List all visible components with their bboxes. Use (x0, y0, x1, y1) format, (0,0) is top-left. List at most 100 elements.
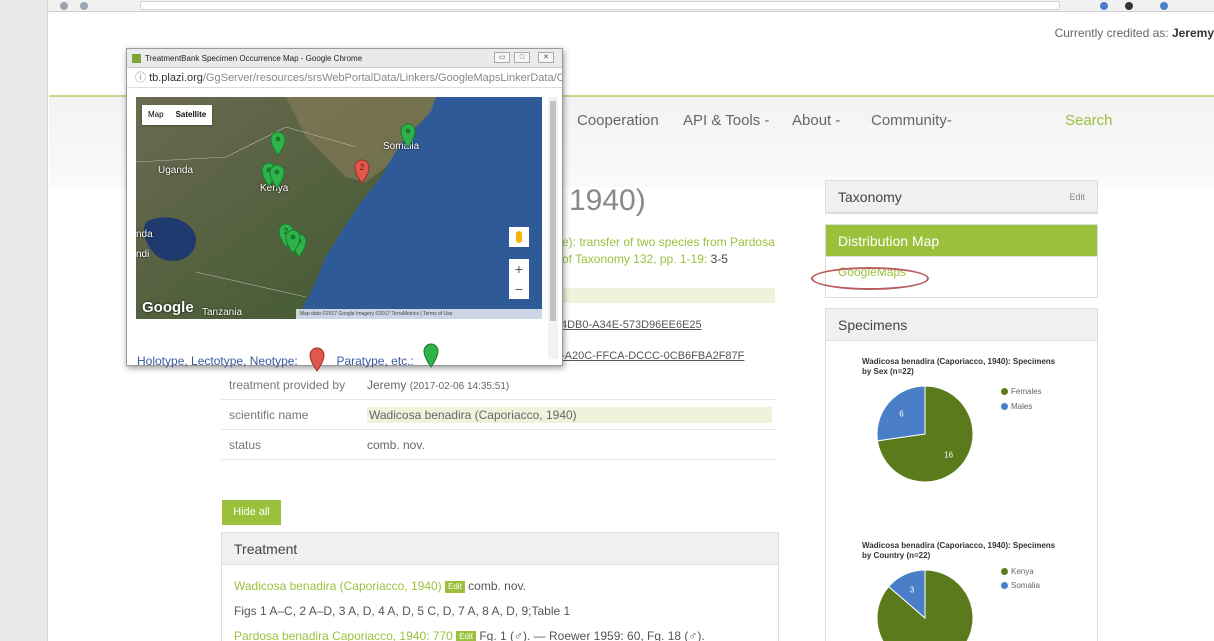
taxonomy-panel: Taxonomy Edit (825, 180, 1098, 214)
zoom-out-icon[interactable]: − (509, 279, 529, 299)
minimize-icon[interactable]: ▭ (494, 52, 510, 63)
highlight-bar (561, 288, 775, 303)
address-bar[interactable] (140, 1, 1060, 10)
field-key: status (229, 438, 262, 452)
marker-paratype[interactable] (269, 164, 285, 189)
nav-api-tools[interactable]: API & Tools - (683, 112, 769, 129)
field-key: scientific name (229, 408, 309, 422)
field-scientific-name: scientific name Wadicosa benadira (Capor… (221, 400, 776, 430)
google-logo: Google (142, 299, 194, 316)
taxonomy-edit[interactable]: Edit (1069, 181, 1085, 213)
citation-source[interactable]: of Taxonomy 132, pp. 1-19: (562, 252, 707, 266)
uuid-link-2[interactable]: -A20C-FFCA-DCCC-0CB6FBA2F87F (561, 350, 744, 362)
legend-label: Somalia (1011, 581, 1040, 590)
specimens-heading[interactable]: Specimens (826, 309, 1097, 341)
taxon-link[interactable]: Wadicosa benadira (Caporiacco, 1940) (234, 579, 442, 593)
close-icon[interactable]: ✕ (538, 52, 554, 63)
legend-swatch (1001, 582, 1008, 589)
uuid-link-1[interactable]: 4DB0-A34E-573D96EE6E25 (561, 319, 702, 331)
info-icon[interactable]: ⓘ (135, 72, 146, 84)
treatment-panel: Treatment Wadicosa benadira (Caporiacco,… (221, 532, 779, 641)
reload-icon[interactable] (80, 2, 88, 10)
marker-paratype[interactable] (400, 123, 416, 148)
green-marker-icon (423, 343, 439, 368)
scrollbar-thumb[interactable] (550, 101, 556, 321)
nav-cooperation[interactable]: Cooperation (577, 112, 659, 129)
zoom-in-icon[interactable]: + (509, 259, 529, 279)
treatment-line-1: Wadicosa benadira (Caporiacco, 1940) Edi… (234, 579, 526, 593)
edit-button[interactable]: Edit (445, 580, 465, 593)
citation: e): transfer of two species from Pardosa… (562, 234, 802, 268)
citation-pages: 3-5 (710, 252, 728, 266)
taxonomy-heading[interactable]: Taxonomy Edit (826, 181, 1097, 213)
field-status: status comb. nov. (221, 430, 776, 460)
map-attribution: Map data ©2017 Google Imagery ©2017 Terr… (296, 309, 542, 319)
synonym-link[interactable]: Pardosa benadira Caporiacco, 1940: 770 (234, 629, 453, 641)
field-value: Jeremy (2017-02-06 14:35:51) (367, 370, 509, 402)
field-provided-by: treatment provided by Jeremy (2017-02-06… (221, 370, 776, 400)
marker-legend: Holotype, Lectotype, Neotype: Paratype, … (137, 343, 439, 373)
extension-icon[interactable] (1100, 2, 1108, 10)
nav-search[interactable]: Search (1065, 112, 1113, 129)
legend-females: Females (1001, 387, 1042, 396)
credited-as: Currently credited as: Jeremy (1055, 26, 1214, 40)
red-marker-icon (309, 347, 325, 372)
field-value: comb. nov. (367, 438, 425, 452)
pie-chart-country: 193 (876, 569, 974, 641)
screen: Currently credited as: Jeremy Cooperatio… (0, 0, 1214, 641)
legend-label: Females (1011, 387, 1042, 396)
legend-somalia: Somalia (1001, 581, 1040, 590)
legend-swatch (1001, 403, 1008, 410)
treatment-heading: Treatment (222, 533, 778, 565)
nav-community[interactable]: Community- (871, 112, 952, 129)
popup-title: TreatmentBank Specimen Occurrence Map - … (145, 54, 363, 63)
specimens-panel: Specimens Wadicosa benadira (Caporiacco,… (825, 308, 1098, 641)
maximize-icon[interactable]: □ (514, 52, 530, 63)
url-path: /GgServer/resources/srsWebPortalData/Lin… (202, 72, 562, 84)
popup-address-bar[interactable]: ⓘ tb.plazi.org/GgServer/resources/srsWeb… (127, 68, 562, 88)
edit-button[interactable]: Edit (456, 630, 476, 641)
citation-line-2[interactable]: of Taxonomy 132, pp. 1-19: 3-5 (562, 251, 802, 268)
map-popup-window[interactable]: TreatmentBank Specimen Occurrence Map - … (126, 48, 563, 372)
credited-label: Currently credited as: (1054, 26, 1169, 40)
provider-timestamp: (2017-02-06 14:35:51) (409, 381, 510, 392)
forward-icon[interactable] (60, 2, 68, 10)
url-host: tb.plazi.org (149, 72, 203, 84)
legend-label: Kenya (1011, 567, 1034, 576)
pie-chart-sex: 16 6 (876, 385, 974, 483)
pie-data-label: 16 (944, 450, 953, 459)
marker-paratype[interactable] (270, 131, 286, 156)
chart-title-sex: Wadicosa benadira (Caporiacco, 1940): Sp… (862, 357, 1056, 376)
synonym-refs: Fg. 1 (♂). — Roewer 1959: 60, Fg. 18 (♂)… (479, 629, 705, 641)
bookmark-icon[interactable] (1160, 2, 1168, 10)
legend-label: Males (1011, 402, 1033, 411)
marker-holotype[interactable]: 2 (354, 159, 370, 184)
treatment-line-2: Figs 1 A–C, 2 A–D, 3 A, D, 4 A, D, 5 C, … (234, 604, 571, 618)
distribution-heading[interactable]: Distribution Map (826, 225, 1097, 257)
legend-kenya: Kenya (1001, 567, 1034, 576)
popup-titlebar[interactable]: TreatmentBank Specimen Occurrence Map - … (127, 49, 562, 68)
marker-layer: 2 2 (261, 123, 416, 258)
chart-title-country: Wadicosa benadira (Caporiacco, 1940): Sp… (862, 541, 1056, 560)
page-title: 1940) (569, 184, 646, 217)
credited-user[interactable]: Jeremy (1172, 26, 1214, 40)
treatment-line-3: Pardosa benadira Caporiacco, 1940: 770 E… (234, 629, 705, 641)
profile-icon[interactable] (1125, 2, 1133, 10)
street-view-pegman-icon[interactable] (509, 227, 529, 247)
field-key: treatment provided by (229, 378, 346, 392)
taxonomy-label: Taxonomy (838, 189, 902, 205)
legend-swatch (1001, 568, 1008, 575)
taxon-status: comb. nov. (468, 579, 526, 593)
legend-males: Males (1001, 402, 1032, 411)
hide-all-button[interactable]: Hide all (222, 500, 281, 525)
pie-data-label: 6 (899, 410, 904, 419)
popup-scrollbar[interactable] (548, 97, 558, 359)
field-value: Wadicosa benadira (Caporiacco, 1940) (367, 407, 772, 423)
browser-toolbar (0, 0, 1214, 12)
pie-data-label: 3 (910, 586, 915, 595)
provider-name[interactable]: Jeremy (367, 378, 406, 392)
google-map[interactable]: Map Satellite Somalia Uganda Kenya nda nd… (136, 97, 542, 319)
marker-count: 2 (360, 163, 365, 172)
nav-about[interactable]: About - (792, 112, 840, 129)
citation-line-1[interactable]: e): transfer of two species from Pardosa (562, 234, 802, 251)
